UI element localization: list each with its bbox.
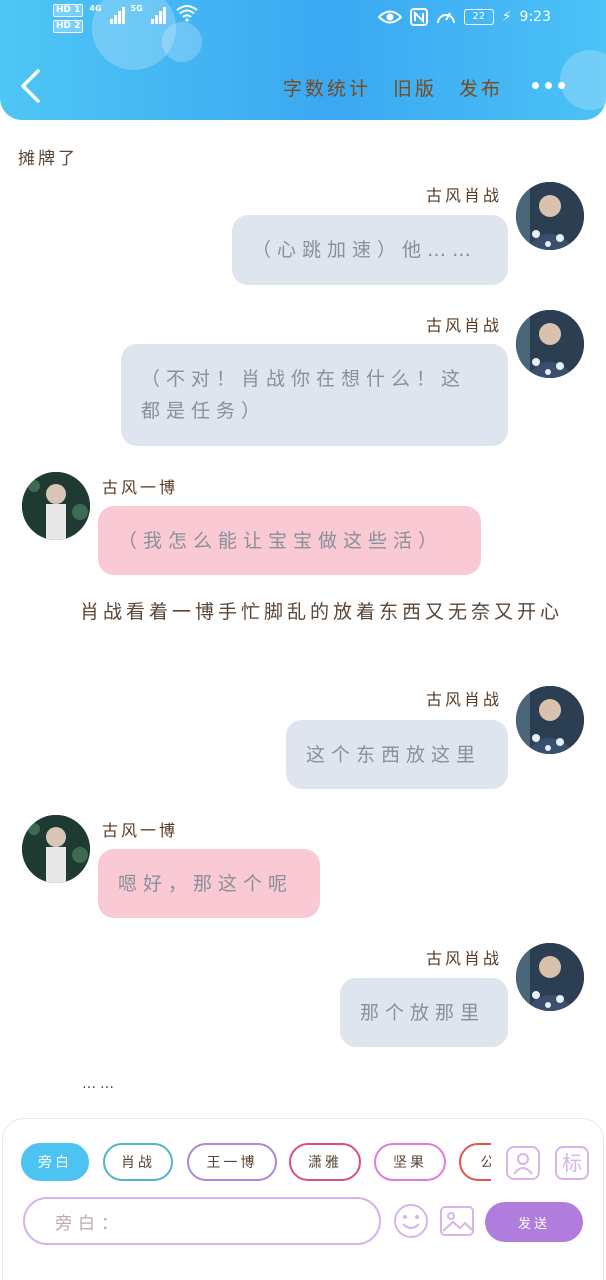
- avatar-image: [516, 310, 584, 378]
- more-dot: [545, 82, 552, 89]
- send-button[interactable]: 发送: [485, 1202, 583, 1242]
- chip-jianguo[interactable]: 坚果: [374, 1143, 446, 1181]
- publish-link[interactable]: 发布: [459, 74, 503, 101]
- avatar-image: [22, 472, 90, 540]
- avatar-image: [516, 182, 584, 250]
- chip-xiaoya[interactable]: 潇雅: [289, 1143, 361, 1181]
- wifi-icon: [176, 5, 198, 22]
- back-button[interactable]: [16, 68, 50, 106]
- message-bubble[interactable]: 那个放那里: [340, 978, 508, 1047]
- composer-bar: 旁白 肖战 王一博 潇雅 坚果 公 标 旁白： 发送: [2, 1118, 604, 1280]
- narration-text: ……: [82, 1076, 118, 1092]
- person-icon: [513, 1153, 533, 1175]
- chip-wangyibo[interactable]: 王一博: [187, 1143, 277, 1181]
- more-dot: [558, 82, 565, 89]
- charging-icon: ⚡: [501, 9, 512, 25]
- nfc-icon: [409, 8, 428, 26]
- word-count-link[interactable]: 字数统计: [283, 74, 371, 101]
- chip-partial[interactable]: 公: [459, 1143, 491, 1181]
- signal2-icon: [150, 4, 166, 24]
- header-nav: 字数统计 旧版 发布: [283, 74, 503, 101]
- sender-name: 古风肖战: [426, 690, 503, 709]
- chip-narrator[interactable]: 旁白: [21, 1143, 89, 1181]
- role-chips: 旁白 肖战 王一博 潇雅 坚果 公: [21, 1143, 491, 1185]
- avatar-yibo[interactable]: [22, 472, 90, 540]
- clock-time: 9:23: [519, 9, 551, 25]
- network1-label: 4G: [89, 4, 102, 13]
- character-button[interactable]: [506, 1146, 540, 1180]
- sim1-badge: HD 1: [53, 4, 84, 17]
- status-bar: HD 1 HD 2 4G 5G 22 ⚡ 9:23: [0, 0, 606, 40]
- battery-icon: 22: [463, 9, 494, 25]
- signal1-icon: [109, 4, 125, 24]
- old-version-link[interactable]: 旧版: [393, 74, 437, 101]
- sender-name: 古风肖战: [426, 949, 503, 968]
- narration-text: 摊牌了: [18, 149, 78, 169]
- tag-button[interactable]: 标: [555, 1146, 589, 1180]
- avatar-image: [22, 815, 90, 883]
- sender-name: 古风肖战: [426, 316, 503, 335]
- image-icon[interactable]: [439, 1203, 475, 1239]
- message-bubble[interactable]: 这个东西放这里: [286, 720, 508, 789]
- sender-name: 古风肖战: [426, 186, 503, 205]
- avatar-xiaozhan[interactable]: [516, 310, 584, 378]
- avatar-image: [516, 943, 584, 1011]
- sender-name: 古风一博: [102, 478, 179, 497]
- header-bar: HD 1 HD 2 4G 5G 22 ⚡ 9:23 字数统计 旧版 发布: [0, 0, 606, 120]
- chat-area[interactable]: 摊牌了 古风肖战 （心跳加速）他…… 古风肖战 （不对！肖战你在想什么！这都是任…: [0, 120, 606, 1118]
- message-bubble[interactable]: （我怎么能让宝宝做这些活）: [98, 506, 481, 575]
- eye-icon: [377, 10, 402, 24]
- avatar-xiaozhan[interactable]: [516, 182, 584, 250]
- message-input[interactable]: 旁白：: [23, 1197, 381, 1245]
- emoji-icon[interactable]: [393, 1203, 429, 1239]
- message-bubble[interactable]: （不对！肖战你在想什么！这都是任务）: [121, 344, 508, 446]
- sim2-badge: HD 2: [53, 20, 84, 33]
- more-menu-button[interactable]: [532, 82, 565, 89]
- more-dot: [532, 82, 539, 89]
- avatar-image: [516, 686, 584, 754]
- chevron-left-icon: [21, 69, 40, 103]
- avatar-xiaozhan[interactable]: [516, 686, 584, 754]
- avatar-yibo[interactable]: [22, 815, 90, 883]
- speedometer-icon: [436, 12, 455, 24]
- avatar-xiaozhan[interactable]: [516, 943, 584, 1011]
- message-bubble[interactable]: （心跳加速）他……: [232, 215, 508, 285]
- network2-label: 5G: [130, 4, 143, 13]
- message-bubble[interactable]: 嗯好，那这个呢: [98, 849, 320, 918]
- chip-xiaozhan[interactable]: 肖战: [103, 1143, 173, 1181]
- sender-name: 古风一博: [102, 821, 179, 840]
- decor-bubble: [560, 50, 606, 110]
- narration-text: 肖战看着一博手忙脚乱的放着东西又无奈又开心: [80, 601, 564, 623]
